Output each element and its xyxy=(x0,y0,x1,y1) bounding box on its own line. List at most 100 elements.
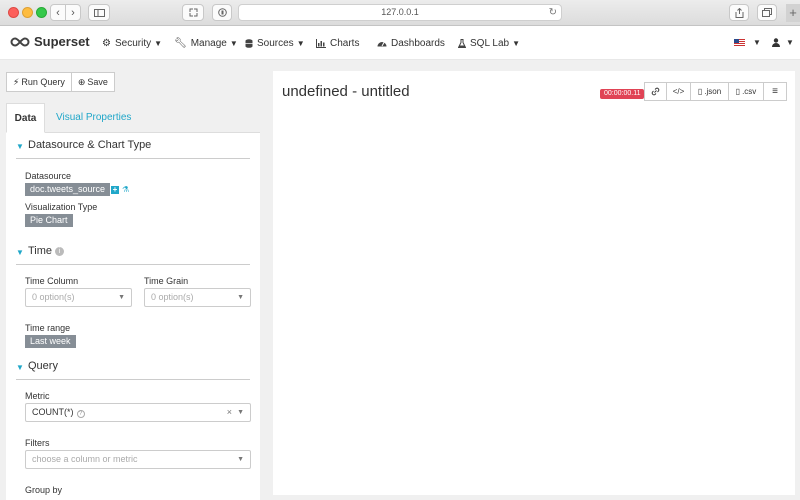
link-icon xyxy=(651,87,660,96)
nav-charts-label: Charts xyxy=(330,38,360,49)
privacy-button[interactable] xyxy=(212,4,232,21)
nav-dashboards[interactable]: Dashboards xyxy=(377,38,445,49)
forward-button[interactable]: › xyxy=(65,4,81,21)
clear-icon[interactable]: × xyxy=(227,404,232,421)
nav-sql-lab-label: SQL Lab xyxy=(470,38,510,49)
expand-icon xyxy=(189,8,197,17)
export-json-button[interactable]: ▯ .json xyxy=(691,82,729,101)
save-label: Save xyxy=(87,77,108,87)
database-icon xyxy=(245,39,253,48)
user-icon xyxy=(772,38,780,47)
datasource-tag[interactable]: doc.tweets_source xyxy=(25,183,111,196)
metric-select[interactable]: COUNT(*)? × ▼ xyxy=(25,403,251,422)
share-button[interactable] xyxy=(729,4,749,21)
file-icon: ▯ xyxy=(735,87,741,96)
section-time[interactable]: ▼ Time i xyxy=(16,243,250,265)
save-button[interactable]: ⊕ Save xyxy=(71,72,115,92)
wrench-icon: 🔧︎ xyxy=(174,38,187,49)
time-range-tag[interactable]: Last week xyxy=(25,335,76,348)
more-menu-button[interactable]: ≡ xyxy=(764,82,787,101)
tab-data[interactable]: Data xyxy=(6,103,45,133)
export-csv-button[interactable]: ▯ .csv xyxy=(729,82,764,101)
fullscreen-button[interactable] xyxy=(182,4,204,21)
nav-sql-lab[interactable]: SQL Lab ▼ xyxy=(458,38,520,49)
copy-link-button[interactable] xyxy=(644,82,667,101)
question-icon[interactable]: ? xyxy=(76,410,85,418)
reload-icon[interactable]: ↻ xyxy=(549,5,557,20)
caret-down-icon: ▼ xyxy=(16,142,24,151)
bar-chart-icon xyxy=(316,39,326,48)
address-bar[interactable]: 127.0.0.1 ↻ xyxy=(238,4,562,21)
tab-visual-properties[interactable]: Visual Properties xyxy=(56,103,131,133)
filters-select[interactable]: choose a column or metric ▼ xyxy=(25,450,251,469)
tabs-overview-button[interactable] xyxy=(757,4,777,21)
filters-label: Filters xyxy=(25,438,50,448)
run-query-label: Run Query xyxy=(21,77,65,87)
caret-down-icon: ▼ xyxy=(16,363,24,372)
run-query-button[interactable]: ⚡︎ Run Query xyxy=(6,72,72,92)
superset-logo[interactable]: Superset xyxy=(10,34,90,49)
chevron-left-icon: ‹ xyxy=(56,6,60,19)
chart-actions: </> ▯ .json ▯ .csv ≡ xyxy=(644,82,787,101)
tabs-icon xyxy=(762,8,772,17)
caret-down-icon: ▼ xyxy=(237,409,244,416)
time-grain-placeholder: 0 option(s) xyxy=(151,292,194,302)
query-button-group: ⚡︎ Run Query ⊕ Save xyxy=(6,72,115,92)
bolt-icon: ⚡︎ xyxy=(13,76,20,87)
edit-datasource-icon[interactable]: + xyxy=(111,185,119,194)
superset-logo-icon xyxy=(10,36,30,47)
caret-down-icon: ▼ xyxy=(237,456,244,463)
nav-manage-label: Manage xyxy=(190,38,227,49)
url-text: 127.0.0.1 xyxy=(381,7,419,17)
viz-type-label: Visualization Type xyxy=(25,202,98,212)
browser-toolbar: ‹ › 127.0.0.1 ↻ + xyxy=(0,0,800,26)
user-menu[interactable]: ▼ xyxy=(772,38,794,47)
back-button[interactable]: ‹ xyxy=(50,4,66,21)
hamburger-icon: ≡ xyxy=(772,86,778,97)
viz-type-tag[interactable]: Pie Chart xyxy=(25,214,73,227)
nav-charts[interactable]: Charts xyxy=(316,38,359,49)
chevron-down-icon: ▼ xyxy=(296,39,305,48)
share-icon xyxy=(735,7,743,18)
time-column-select[interactable]: 0 option(s) ▼ xyxy=(25,288,132,307)
time-grain-select[interactable]: 0 option(s) ▼ xyxy=(144,288,251,307)
time-column-label: Time Column xyxy=(25,276,79,286)
datasource-actions: + ⚗ xyxy=(111,185,129,194)
section-query[interactable]: ▼ Query xyxy=(16,358,250,380)
group-by-label: Group by xyxy=(25,485,63,495)
dashboard-icon xyxy=(377,42,387,47)
chart-title[interactable]: undefined - untitled xyxy=(282,83,410,100)
nav-security[interactable]: ⚙ Security ▼ xyxy=(102,38,162,49)
maximize-window-button[interactable] xyxy=(36,7,47,18)
plus-icon: + xyxy=(789,5,797,20)
sidebar-toggle-button[interactable] xyxy=(88,4,110,21)
caret-down-icon: ▼ xyxy=(237,294,244,301)
csv-label: .csv xyxy=(742,87,757,96)
chevron-right-icon: › xyxy=(71,6,75,19)
close-window-button[interactable] xyxy=(8,7,19,18)
code-icon: </> xyxy=(672,87,685,96)
brand-name: Superset xyxy=(34,34,90,49)
minimize-window-button[interactable] xyxy=(22,7,33,18)
datasource-label: Datasource xyxy=(25,171,72,181)
nav-sources[interactable]: Sources ▼ xyxy=(245,38,305,49)
data-tab-panel: ▼ Datasource & Chart Type Datasource doc… xyxy=(6,133,260,500)
chevron-down-icon: ▼ xyxy=(229,39,238,48)
info-icon[interactable]: i xyxy=(55,247,65,256)
filters-placeholder: choose a column or metric xyxy=(32,454,138,464)
new-tab-button[interactable]: + xyxy=(786,4,800,22)
embed-code-button[interactable]: </> xyxy=(667,82,691,101)
flask-icon[interactable]: ⚗ xyxy=(122,185,129,194)
time-grain-label: Time Grain xyxy=(144,276,189,286)
section-datasource-chart-type[interactable]: ▼ Datasource & Chart Type xyxy=(16,137,250,159)
chart-panel: undefined - untitled 00:00:00.11 </> ▯ .… xyxy=(273,71,795,495)
time-column-placeholder: 0 option(s) xyxy=(32,292,75,302)
nav-manage[interactable]: 🔧︎ Manage ▼ xyxy=(174,38,238,49)
nav-security-label: Security xyxy=(114,38,152,49)
control-panel: ⚡︎ Run Query ⊕ Save Data Visual Properti… xyxy=(0,61,268,500)
section-title: Datasource & Chart Type xyxy=(28,139,152,151)
us-flag-icon xyxy=(734,38,745,47)
caret-down-icon: ▼ xyxy=(16,248,24,257)
chevron-down-icon: ▼ xyxy=(753,38,761,47)
language-menu[interactable]: ▼ xyxy=(734,38,761,47)
